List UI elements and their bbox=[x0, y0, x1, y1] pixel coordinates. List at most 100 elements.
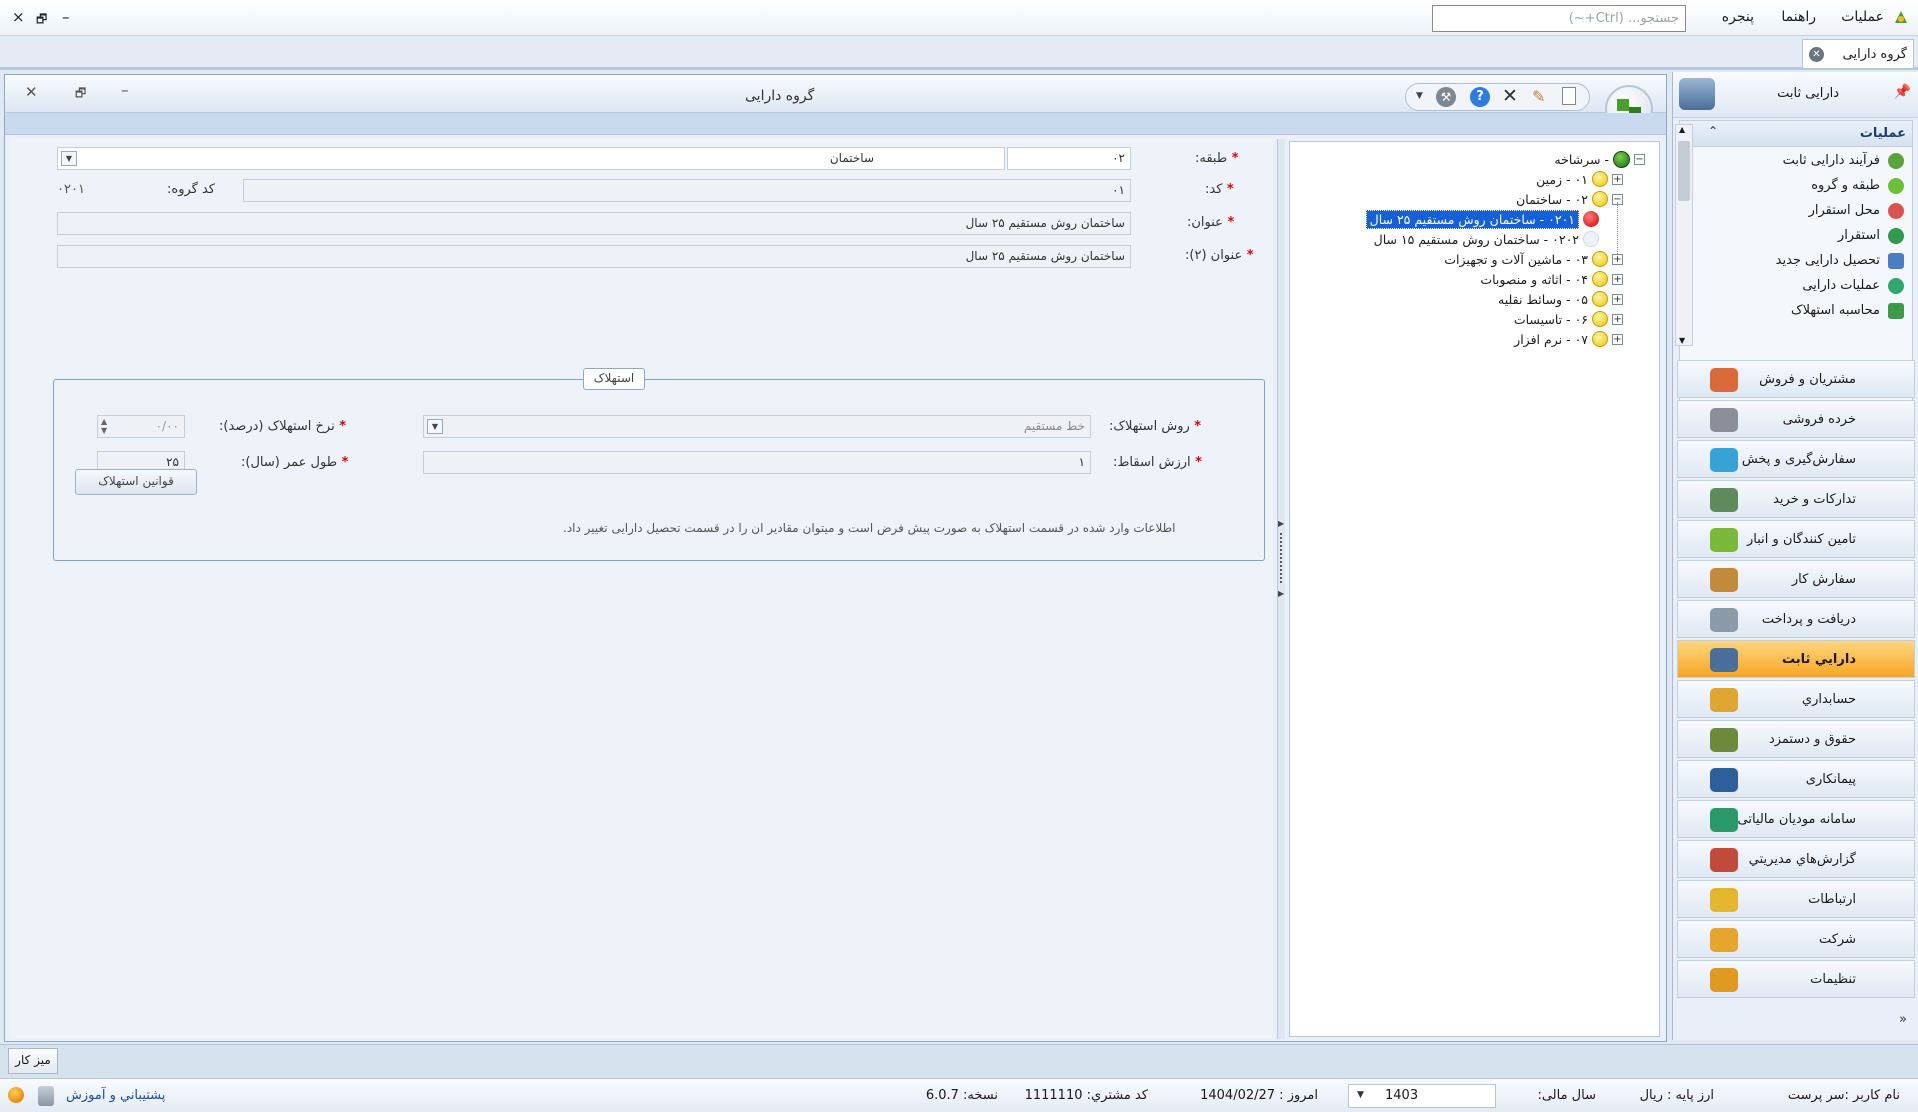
op-label: طبقه و گروه bbox=[1811, 178, 1880, 193]
title2-field[interactable]: ساختمان روش مستقیم ۲۵ سال bbox=[57, 245, 1131, 268]
tree-node-vehicles[interactable]: + ۰۵ - وسائط نقلیه bbox=[1498, 289, 1623, 309]
title-field[interactable]: ساختمان روش مستقیم ۲۵ سال bbox=[57, 212, 1131, 235]
menu-window[interactable]: پنجره bbox=[1722, 9, 1754, 25]
scroll-thumb[interactable] bbox=[1678, 141, 1690, 201]
bulb-icon bbox=[1592, 251, 1608, 267]
menu-help[interactable]: راهنما bbox=[1781, 9, 1816, 25]
restore-icon[interactable]: 🗗 bbox=[75, 84, 86, 105]
chevron-down-icon[interactable]: ▼ bbox=[427, 419, 443, 434]
chevron-down-icon[interactable]: ▼ bbox=[61, 151, 77, 166]
chevron-down-icon[interactable]: ▼ bbox=[1357, 1090, 1364, 1100]
nav-payments[interactable]: دریافت و پرداخت bbox=[1677, 600, 1915, 638]
expand-icon[interactable]: + bbox=[1612, 253, 1623, 265]
close-tab-icon[interactable]: ✕ bbox=[1809, 46, 1824, 62]
expand-icon[interactable]: + bbox=[1612, 273, 1623, 285]
collapse-left-icon[interactable]: ▶ bbox=[1278, 519, 1284, 528]
tree-root[interactable]: − - سرشاخه bbox=[1554, 149, 1645, 169]
nav-distribution[interactable]: سفارش‌گیری و پخش bbox=[1677, 440, 1915, 478]
op-location[interactable]: محل استقرار bbox=[1704, 198, 1904, 223]
nav-settings[interactable]: تنظیمات bbox=[1677, 960, 1915, 998]
op-acquire[interactable]: تحصیل دارایی جدید bbox=[1704, 248, 1904, 273]
tree-node-building-25[interactable]: ۰۲۰۱ - ساختمان روش مستقیم ۲۵ سال bbox=[1365, 209, 1599, 229]
group-code-label: کد گروه: bbox=[167, 182, 215, 197]
collapse-icon[interactable]: − bbox=[1634, 153, 1645, 165]
tab-asset-group[interactable]: گروه دارایی ✕ bbox=[1802, 39, 1914, 68]
nav-company[interactable]: شرکت bbox=[1677, 920, 1915, 958]
nav-payroll[interactable]: حقوق و دستمزد bbox=[1677, 720, 1915, 758]
edit-icon[interactable]: ✎ bbox=[1532, 87, 1545, 106]
tree-node-software[interactable]: + ۰۷ - نرم افزار bbox=[1514, 329, 1623, 349]
tree-node-installations[interactable]: + ۰۶ - تاسیسات bbox=[1514, 309, 1623, 329]
restore-window-button[interactable]: 🗗 bbox=[36, 10, 47, 31]
expand-icon[interactable]: + bbox=[1612, 293, 1623, 305]
operations-header[interactable]: عملیات ⌃ bbox=[1680, 121, 1912, 147]
close-window-button[interactable]: × bbox=[12, 8, 25, 26]
nav-sales[interactable]: مشتریان و فروش bbox=[1677, 360, 1915, 398]
op-asset-process[interactable]: فرآیند دارایی ثابت bbox=[1704, 148, 1904, 173]
nav-fixed-assets[interactable]: دارايي ثابت bbox=[1677, 640, 1915, 678]
nav-suppliers[interactable]: تامین کنندگان و انبار bbox=[1677, 520, 1915, 558]
minimize-icon[interactable]: – bbox=[121, 81, 129, 99]
operations-scrollbar[interactable]: ▲ ▼ bbox=[1675, 124, 1693, 346]
tree-node-building[interactable]: − ۰۲ - ساختمان bbox=[1516, 189, 1623, 209]
nav-purchase[interactable]: تدارکات و خرید bbox=[1677, 480, 1915, 518]
salvage-value-field[interactable]: ۱ bbox=[423, 451, 1091, 474]
menu-operations[interactable]: عملیات bbox=[1841, 9, 1884, 25]
op-deploy[interactable]: استقرار bbox=[1704, 223, 1904, 248]
dropdown-arrow-icon[interactable]: ▼ bbox=[1416, 91, 1423, 101]
minimize-window-button[interactable]: – bbox=[62, 8, 70, 26]
workorder-icon bbox=[1710, 568, 1738, 592]
depreciation-rules-button[interactable]: قوانین استهلاک bbox=[75, 469, 197, 495]
settings-icon bbox=[1710, 968, 1738, 992]
tree-node-machinery[interactable]: + ۰۳ - ماشین آلات و تجهیزات bbox=[1444, 249, 1623, 269]
expand-icon[interactable]: + bbox=[1612, 333, 1623, 345]
class-name-select[interactable]: ساختمان ▼ bbox=[57, 147, 1005, 170]
tree-node-land[interactable]: + ۰۱ - زمین bbox=[1536, 169, 1623, 189]
fiscal-year-select[interactable]: ▼ 1403 bbox=[1348, 1084, 1496, 1108]
nav-work-order[interactable]: سفارش کار bbox=[1677, 560, 1915, 598]
notification-bell-icon[interactable] bbox=[8, 1087, 24, 1103]
delete-icon[interactable]: ✕ bbox=[1502, 85, 1518, 107]
help-icon[interactable]: ? bbox=[1470, 87, 1490, 107]
scroll-down-icon[interactable]: ▼ bbox=[1679, 336, 1685, 345]
tree-node-building-15[interactable]: ۰۲۰۲ - ساختمان روش مستقیم ۱۵ سال bbox=[1374, 229, 1599, 249]
support-link[interactable]: پشتيباني و آموزش bbox=[66, 1088, 165, 1103]
code-field[interactable]: ۰۱ bbox=[243, 179, 1131, 202]
stepper-arrows-icon[interactable]: ▲ ▼ bbox=[101, 417, 107, 435]
nav-tax-system[interactable]: سامانه مودیان مالیاتی bbox=[1677, 800, 1915, 838]
scroll-up-icon[interactable]: ▲ bbox=[1679, 125, 1685, 134]
fixed-asset-icon bbox=[1710, 648, 1738, 672]
nav-reports[interactable]: گزارش‌هاي مديريتي bbox=[1677, 840, 1915, 878]
op-depreciation-calc[interactable]: محاسبه استهلاک bbox=[1704, 298, 1904, 323]
nav-communication[interactable]: ارتباطات bbox=[1677, 880, 1915, 918]
nav-accounting[interactable]: حسابداري bbox=[1677, 680, 1915, 718]
collapse-right-icon[interactable]: ▶ bbox=[1278, 589, 1284, 598]
tree-node-label: ۰۲۰۲ - ساختمان روش مستقیم ۱۵ سال bbox=[1373, 231, 1579, 247]
pane-splitter[interactable]: ▶ ▶ bbox=[1277, 139, 1285, 1039]
op-asset-operations[interactable]: عملیات دارایی bbox=[1704, 273, 1904, 298]
expand-icon[interactable]: + bbox=[1612, 313, 1623, 325]
depreciation-method-select[interactable]: خط مستقیم ▼ bbox=[423, 415, 1091, 438]
close-icon[interactable]: ✕ bbox=[25, 83, 38, 101]
search-input[interactable]: جستجو... (Ctrl+~) bbox=[1432, 5, 1686, 32]
window-subbar bbox=[5, 113, 1666, 135]
accounting-icon bbox=[1710, 688, 1738, 712]
pin-icon[interactable]: 📌 bbox=[1894, 84, 1911, 100]
expand-more-icon[interactable]: » bbox=[1899, 1012, 1907, 1027]
new-document-icon[interactable] bbox=[1562, 87, 1576, 105]
nav-contracting[interactable]: پیمانکاری bbox=[1677, 760, 1915, 798]
op-class-group[interactable]: طبقه و گروه bbox=[1704, 173, 1904, 198]
class-code-field[interactable]: ۰۲ bbox=[1007, 147, 1131, 170]
sales-icon bbox=[1710, 368, 1738, 392]
nav-retail[interactable]: خرده فروشی bbox=[1677, 400, 1915, 438]
desktop-tab[interactable]: میز کار bbox=[8, 1048, 58, 1074]
wrench-icon[interactable]: ⚒ bbox=[1436, 87, 1456, 107]
op-label: فرآیند دارایی ثابت bbox=[1782, 153, 1880, 168]
collapse-up-icon[interactable]: ⌃ bbox=[1708, 124, 1718, 138]
nav-label: دریافت و پرداخت bbox=[1761, 612, 1856, 627]
depreciation-rate-stepper[interactable]: ۰/۰۰ ▲ ▼ bbox=[97, 415, 185, 438]
expand-icon[interactable]: + bbox=[1612, 173, 1623, 185]
tree-node-furniture[interactable]: + ۰۴ - اثاثه و منصوبات bbox=[1480, 269, 1623, 289]
asset-ops-icon bbox=[1888, 277, 1904, 294]
splitter-grip[interactable] bbox=[1280, 533, 1282, 583]
